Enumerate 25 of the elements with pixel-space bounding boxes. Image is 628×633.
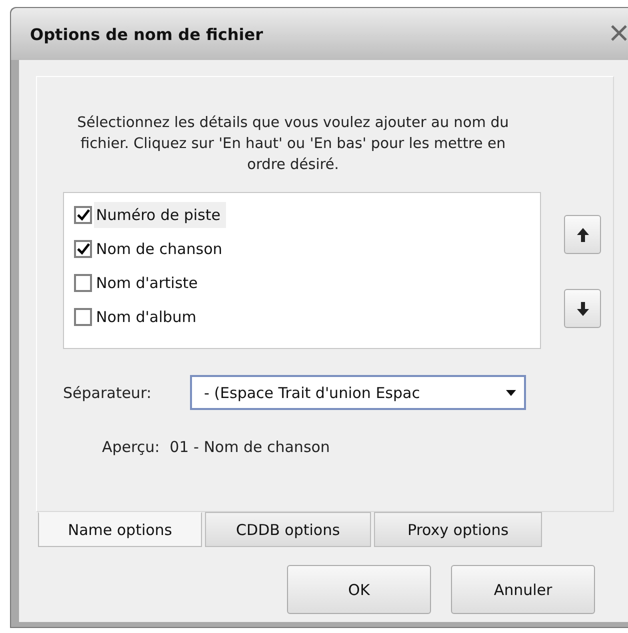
caret-icon xyxy=(506,390,516,396)
list-item[interactable]: Nom d'album xyxy=(94,304,202,330)
preview-label: Aperçu: xyxy=(102,438,160,456)
list-item[interactable]: Nom d'artiste xyxy=(94,270,204,296)
cancel-button[interactable]: Annuler xyxy=(451,565,595,614)
checkbox[interactable] xyxy=(74,206,92,224)
list-item[interactable]: Nom de chanson xyxy=(94,236,228,262)
separator-label: Séparateur: xyxy=(63,384,152,402)
window-title: Options de nom de fichier xyxy=(30,24,263,44)
move-up-button[interactable] xyxy=(564,215,601,254)
tab[interactable]: Proxy options xyxy=(374,512,542,547)
move-down-button[interactable] xyxy=(564,289,601,328)
checkbox[interactable] xyxy=(74,308,92,326)
ok-button[interactable]: OK xyxy=(287,565,431,614)
instruction-text: Sélectionnez les détails que vous voulez ajouter au nom du fichier. Cliquez sur 'En haut' ou 'En bas' pour les mettre en ordre désiré. xyxy=(76,114,510,175)
tab[interactable]: CDDB options xyxy=(205,512,371,547)
separator-dropdown[interactable]: - (Espace Trait d'union Espac xyxy=(190,375,526,410)
list-item[interactable]: Numéro de piste xyxy=(94,202,226,228)
preview-value: 01 - Nom de chanson xyxy=(170,438,330,456)
close-icon[interactable] xyxy=(610,24,628,42)
tab[interactable]: Name options xyxy=(38,512,202,547)
down-arrow-icon xyxy=(576,302,588,316)
checkbox[interactable] xyxy=(74,274,92,292)
up-arrow-icon xyxy=(576,228,588,242)
checkbox[interactable] xyxy=(74,240,92,258)
